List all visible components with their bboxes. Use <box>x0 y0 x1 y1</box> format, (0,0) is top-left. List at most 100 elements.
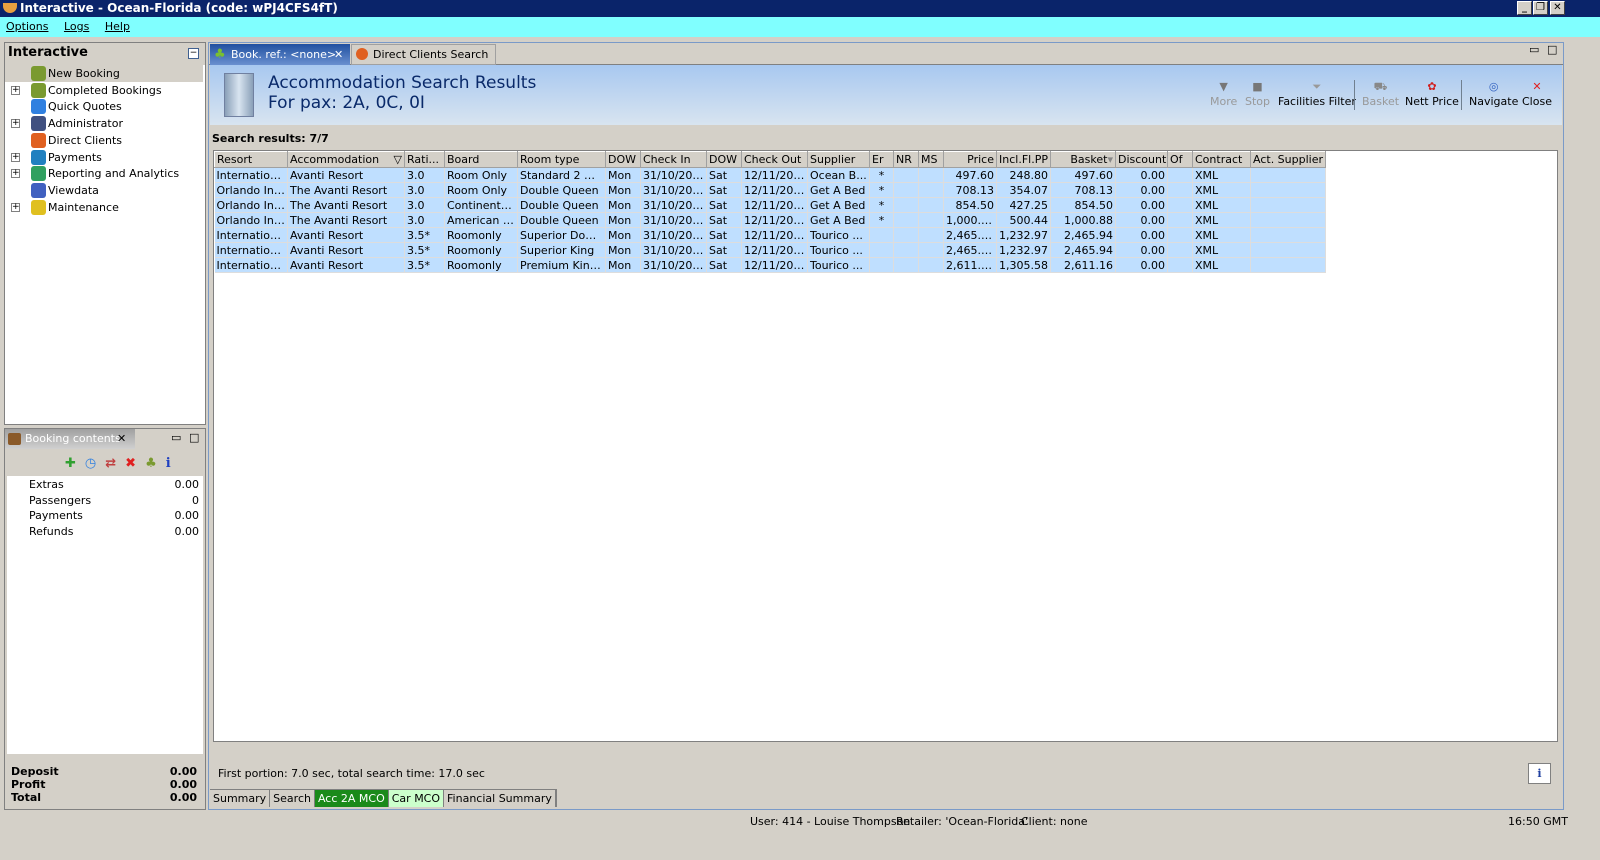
bottom-tab-summary[interactable]: Summary <box>210 790 271 807</box>
table-row[interactable]: International...Avanti Resort3.5*Roomonl… <box>214 257 1326 273</box>
table-cell: Double Queen <box>517 197 606 213</box>
table-cell: XML <box>1192 212 1251 228</box>
stop-button[interactable]: ■ Stop <box>1245 80 1270 108</box>
bottom-tab-acc-2a-mco[interactable]: Acc 2A MCO <box>314 790 389 807</box>
bottom-tab-financial-summary[interactable]: Financial Summary <box>444 790 556 807</box>
column-header[interactable]: Discount <box>1115 151 1168 168</box>
booking-contents-tab[interactable]: Booking contents ✕ <box>5 429 135 449</box>
column-header[interactable]: DOW <box>605 151 641 168</box>
nett-price-icon: ✿ <box>1427 80 1437 93</box>
minimize-panel-icon[interactable]: ▭ <box>171 431 181 444</box>
suitcase-icon <box>8 433 21 445</box>
column-header[interactable]: Incl.Fl.PP <box>996 151 1051 168</box>
expand-icon[interactable]: + <box>11 169 20 179</box>
minimize-panel-icon[interactable]: ▭ <box>1529 43 1539 56</box>
sidebar-item-viewdata[interactable]: Viewdata <box>5 182 203 199</box>
table-row[interactable]: International...Avanti Resort3.0Room Onl… <box>214 167 1326 183</box>
sidebar-item-new-booking[interactable]: New Booking <box>5 65 203 82</box>
column-header[interactable]: Act. Supplier <box>1250 151 1326 168</box>
table-row[interactable]: International...Avanti Resort3.5*Roomonl… <box>214 227 1326 243</box>
booking-row: Extras 0.00 <box>29 478 199 491</box>
expand-icon[interactable]: + <box>11 119 20 129</box>
column-header[interactable]: Price <box>943 151 997 168</box>
tab-direct-clients-search[interactable]: Direct Clients Search <box>351 44 496 65</box>
delete-icon[interactable]: ✖ <box>125 456 145 471</box>
filter-icon[interactable]: ▽ <box>394 153 402 166</box>
table-cell: 12/11/2016 <box>741 242 808 258</box>
info-icon[interactable]: i <box>166 456 180 471</box>
expand-icon[interactable]: + <box>11 152 20 162</box>
maximize-panel-icon[interactable]: □ <box>1547 43 1557 56</box>
nett-price-button[interactable]: ✿ Nett Price <box>1405 80 1459 108</box>
maximize-panel-icon[interactable]: □ <box>189 431 199 444</box>
menu-bar: Options Logs Help <box>0 17 1600 37</box>
collapse-icon[interactable]: − <box>188 48 199 59</box>
menu-options[interactable]: Options <box>6 20 48 33</box>
close-tab-icon[interactable]: ✕ <box>334 44 343 65</box>
column-header[interactable]: DOW <box>706 151 742 168</box>
sidebar-item-reporting-and-analytics[interactable]: + Reporting and Analytics <box>5 165 203 182</box>
table-cell <box>869 257 894 273</box>
close-window-button[interactable]: ✕ <box>1550 1 1565 15</box>
column-header[interactable]: Basket▾ <box>1050 151 1116 168</box>
navigate-button[interactable]: ◎ Navigate <box>1469 80 1518 108</box>
bottom-tab-search[interactable]: Search <box>270 790 315 807</box>
facilities-filter-button[interactable]: ⏷ Facilities Filter <box>1278 80 1356 108</box>
table-cell: Mon <box>605 167 641 183</box>
table-cell: 0.00 <box>1115 257 1168 273</box>
table-cell <box>918 167 944 183</box>
table-cell <box>918 257 944 273</box>
column-header[interactable]: Check Out <box>741 151 808 168</box>
restore-button[interactable]: ❐ <box>1533 1 1548 15</box>
sidebar-item-quick-quotes[interactable]: Quick Quotes <box>5 98 203 115</box>
bottom-tab-car-mco[interactable]: Car MCO <box>388 790 445 807</box>
expand-icon[interactable]: + <box>11 85 20 95</box>
table-row[interactable]: Orlando Int... The Avanti Resort 3.0 Americ… <box>214 212 1326 228</box>
sidebar-item-completed-bookings[interactable]: + Completed Bookings <box>5 82 203 99</box>
transfer-icon[interactable]: ⇄ <box>105 456 125 471</box>
column-header[interactable]: Room type <box>517 151 606 168</box>
table-cell: 3.0 <box>404 167 445 183</box>
column-header[interactable]: Check In <box>640 151 707 168</box>
sidebar-item-label: Completed Bookings <box>48 83 162 97</box>
more-button[interactable]: ▼ More <box>1210 80 1237 108</box>
table-row[interactable]: Orlando Int... The Avanti Resort 3.0 Contin… <box>214 197 1326 213</box>
sidebar-title: Interactive <box>8 45 88 60</box>
table-row[interactable]: Orlando Int... The Avanti Resort 3.0 Room O… <box>214 182 1326 198</box>
minimize-button[interactable]: _ <box>1517 1 1532 15</box>
info-button[interactable]: i <box>1528 763 1551 784</box>
menu-logs[interactable]: Logs <box>64 20 89 33</box>
add-icon[interactable]: ✚ <box>65 456 85 471</box>
close-results-button[interactable]: ✕ Close <box>1522 80 1552 108</box>
menu-help[interactable]: Help <box>105 20 130 33</box>
column-header[interactable]: NR <box>893 151 919 168</box>
booking-row: Passengers 0 <box>29 494 199 507</box>
expand-icon[interactable]: + <box>11 202 20 212</box>
table-cell <box>893 257 919 273</box>
tab-booking[interactable]: ♣ Book. ref.: <none> ✕ <box>210 44 350 65</box>
search-timing: First portion: 7.0 sec, total search tim… <box>218 767 485 780</box>
column-header[interactable]: Supplier <box>807 151 870 168</box>
sidebar-item-maintenance[interactable]: + Maintenance <box>5 199 203 216</box>
sidebar-item-direct-clients[interactable]: Direct Clients <box>5 132 203 149</box>
column-header[interactable]: Contract <box>1192 151 1251 168</box>
column-header[interactable]: Resort <box>214 151 288 168</box>
row-label: Passengers <box>29 493 92 507</box>
column-header[interactable]: Of <box>1167 151 1193 168</box>
close-tab-icon[interactable]: ✕ <box>117 429 126 449</box>
clock-icon[interactable]: ◷ <box>85 456 105 471</box>
column-header[interactable]: MS <box>918 151 944 168</box>
sidebar-item-administrator[interactable]: + Administrator <box>5 115 203 132</box>
column-header[interactable]: Rati... <box>404 151 445 168</box>
table-cell <box>918 227 944 243</box>
table-cell: 31/10/2016 <box>640 257 707 273</box>
column-header[interactable]: Er <box>869 151 894 168</box>
column-header[interactable]: Board <box>444 151 518 168</box>
table-row[interactable]: International...Avanti Resort3.5*Roomonl… <box>214 242 1326 258</box>
column-header[interactable]: Accommodation ▽ <box>287 151 405 168</box>
status-user: User: 414 - Louise Thompson <box>750 815 911 828</box>
palm-icon[interactable]: ♣ <box>145 456 166 471</box>
sidebar-item-payments[interactable]: + Payments <box>5 149 203 166</box>
basket-button[interactable]: ⛟ Basket <box>1362 80 1399 108</box>
table-cell: Avanti Resort <box>287 257 405 273</box>
